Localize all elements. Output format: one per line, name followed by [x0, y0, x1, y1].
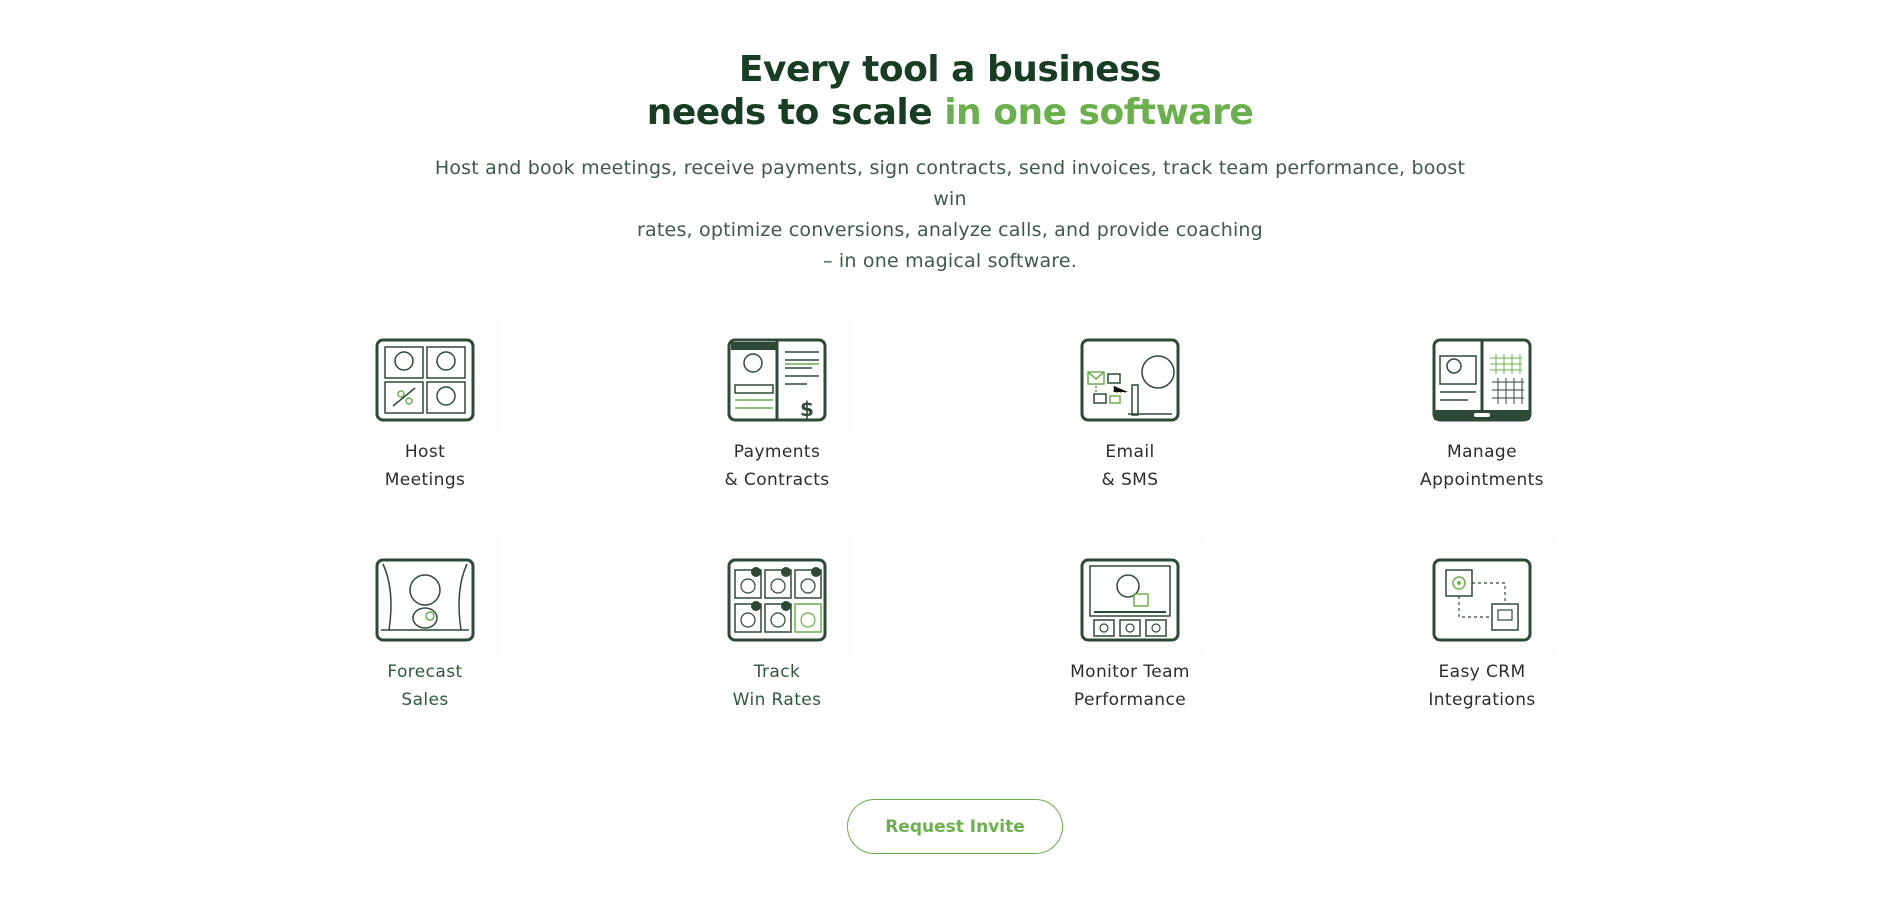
subtitle-line-1: Host and book meetings, receive payments… — [434, 157, 1466, 210]
section-subtitle: Host and book meetings, receive payments… — [430, 153, 1470, 277]
feature-label: Monitor Team Performance — [1070, 662, 1190, 710]
payments-contracts-icon: $ — [702, 316, 852, 436]
feature-label: Manage Appointments — [1420, 442, 1544, 490]
email-sms-icon — [1055, 316, 1205, 436]
heading-line-2-main: needs to scale — [646, 92, 945, 133]
subtitle-line-3: – in one magical software. — [822, 250, 1078, 272]
feature-label: Email & SMS — [1101, 442, 1159, 490]
heading-line-1: Every tool a business — [738, 49, 1162, 90]
feature-label: Forecast Sales — [387, 662, 463, 710]
subtitle-line-2: rates, optimize conversions, analyze cal… — [637, 219, 1263, 241]
heading-line-2: needs to scale in one software — [0, 91, 1900, 134]
track-win-rates-icon — [702, 536, 852, 656]
feature-label: Host Meetings — [384, 442, 466, 490]
monitor-team-icon — [1055, 536, 1205, 656]
host-meetings-icon — [350, 316, 500, 436]
feature-label: Easy CRM Integrations — [1428, 662, 1536, 710]
crm-integrations-icon — [1407, 536, 1557, 656]
request-invite-button[interactable]: Request Invite — [847, 799, 1063, 854]
heading-accent: in one software — [944, 92, 1254, 133]
svg-text:$: $ — [800, 397, 814, 421]
forecast-sales-icon — [350, 536, 500, 656]
manage-appointments-icon — [1407, 316, 1557, 436]
feature-label: Payments & Contracts — [724, 442, 830, 490]
feature-label: Track Win Rates — [732, 662, 822, 710]
section-heading: Every tool a business needs to scale in … — [0, 48, 1900, 134]
